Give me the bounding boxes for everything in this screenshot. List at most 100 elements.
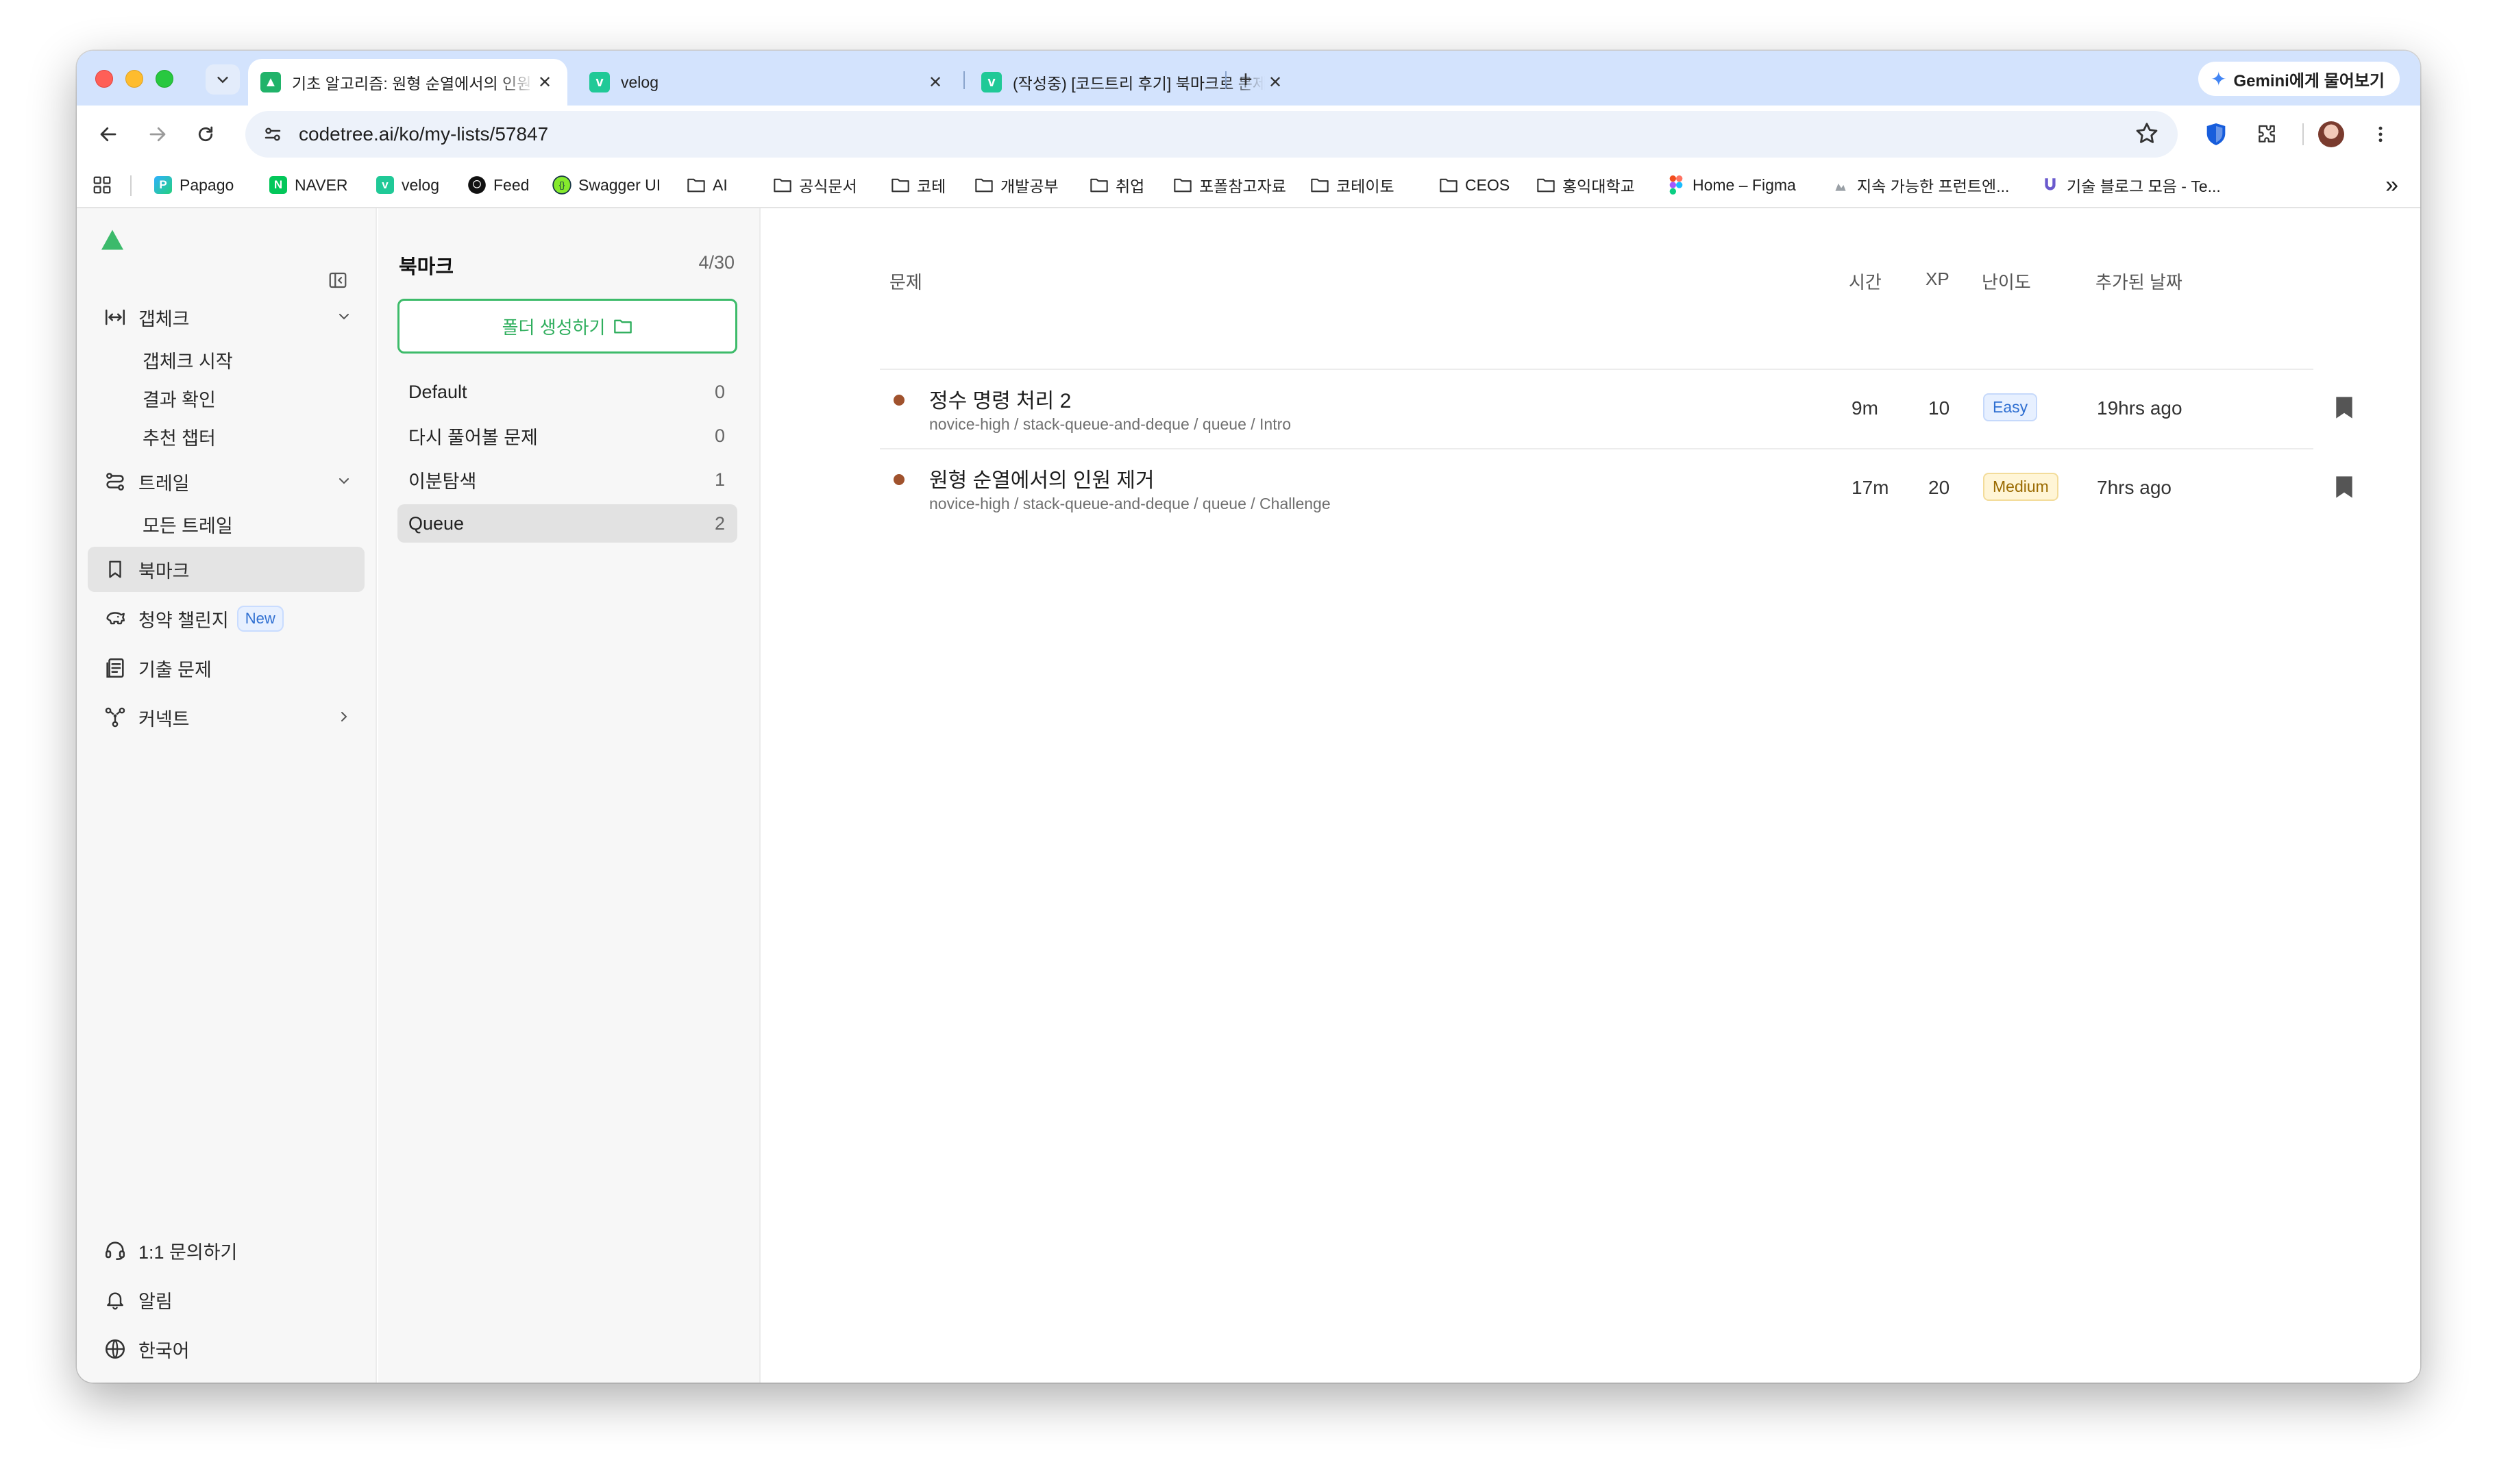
chevron-right-icon[interactable] <box>336 708 352 725</box>
folder-item-count: 2 <box>714 512 725 534</box>
codetree-logo[interactable] <box>100 229 125 251</box>
bookmark-swagger-ui[interactable]: {} Swagger UI <box>552 171 661 199</box>
sidebar-item-past-problems[interactable]: 기출 문제 <box>88 645 365 691</box>
sidebar-item-language[interactable]: 한국어 <box>88 1326 365 1372</box>
sidebar-item-label: 1:1 문의하기 <box>138 1241 238 1263</box>
tab-search-button[interactable] <box>206 64 240 95</box>
reload-button[interactable] <box>190 119 221 149</box>
bookmark-ceos[interactable]: CEOS <box>1439 171 1510 199</box>
bookmark-papago[interactable]: P Papago <box>153 171 234 199</box>
bookmark-코테[interactable]: 코테 <box>891 171 946 199</box>
figma-icon <box>1666 175 1686 195</box>
column-header-difficulty: 난이도 <box>1982 272 2031 293</box>
folder-item-count: 0 <box>714 425 725 446</box>
bookmark-label: velog <box>402 175 439 194</box>
bookmark-홍익대학교[interactable]: 홍익대학교 <box>1536 171 1635 199</box>
bookmark-개발공부[interactable]: 개발공부 <box>974 171 1059 199</box>
back-button[interactable] <box>93 119 123 149</box>
profile-button[interactable] <box>2316 119 2346 149</box>
bookmark-velog[interactable]: v velog <box>376 171 439 199</box>
bookmark-home-figma[interactable]: Home – Figma <box>1666 171 1796 199</box>
sidebar-subitem-all-trails[interactable]: 모든 트레일 <box>143 507 233 541</box>
bookmark-ai[interactable]: AI <box>687 171 728 199</box>
sidebar-item-bookmark[interactable]: 북마크 <box>88 547 365 592</box>
bookmark-filled-icon[interactable] <box>2335 396 2353 419</box>
chrome-menu-button[interactable] <box>2365 119 2396 149</box>
bookmark-공식문서[interactable]: 공식문서 <box>773 171 857 199</box>
column-header-problem: 문제 <box>889 272 922 293</box>
forward-button[interactable] <box>143 119 173 149</box>
folder-item-default[interactable]: Default 0 <box>397 373 737 411</box>
problem-title[interactable]: 원형 순열에서의 인원 제거 <box>929 463 1155 493</box>
panel-title: 북마크 <box>399 256 454 278</box>
problem-path: novice-high / stack-queue-and-deque / qu… <box>929 415 1292 433</box>
tab-codetree[interactable]: ▲ 기초 알고리즘: 원형 순열에서의 인원 제거 - 코드트리 ✕ <box>248 59 567 106</box>
chevron-down-icon[interactable] <box>336 473 352 489</box>
network-icon <box>103 705 127 730</box>
create-folder-button[interactable]: 폴더 생성하기 <box>397 299 737 354</box>
bookmark-star-icon[interactable] <box>2134 121 2160 150</box>
tab-title: (작성중) [코드트리 후기] 북마크로 문제 관리하기 <box>1013 75 1265 92</box>
sidebar-item-inquiry[interactable]: 1:1 문의하기 <box>88 1228 365 1273</box>
bookmark-feed[interactable]: Feed <box>467 171 529 199</box>
sidebar-subitem-gap-check-start[interactable]: 갭체크 시작 <box>143 343 233 377</box>
maximize-window-button[interactable] <box>156 70 173 88</box>
sidebar-item-trail[interactable]: 트레일 <box>88 459 365 504</box>
bookmark-icon <box>103 557 127 582</box>
url-text[interactable]: codetree.ai/ko/my-lists/57847 <box>299 123 548 145</box>
sidebar-item-challenge[interactable]: 청약 챌린지 New <box>88 596 365 641</box>
puzzle-icon <box>2259 125 2275 143</box>
sidebar-subitem-recommended[interactable]: 추천 챕터 <box>143 419 216 454</box>
grid-icon <box>93 176 111 194</box>
problem-title[interactable]: 정수 명령 처리 2 <box>929 384 1071 414</box>
tab-title: velog <box>621 73 659 91</box>
apps-button[interactable] <box>92 171 112 199</box>
tab-separator <box>1225 71 1227 89</box>
avatar <box>2318 121 2344 147</box>
sidebar-item-label: 청약 챌린지 <box>138 610 229 631</box>
close-tab-icon[interactable]: ✕ <box>925 73 946 92</box>
sidebar-item-label: 갭체크 <box>138 308 190 330</box>
sidebar-item-connect[interactable]: 커넥트 <box>88 695 365 740</box>
folder-item-binary-search[interactable]: 이분탐색 1 <box>397 460 737 499</box>
folder-item-retry[interactable]: 다시 풀어볼 문제 0 <box>397 417 737 455</box>
minimize-window-button[interactable] <box>125 70 143 88</box>
bookmark-취업[interactable]: 취업 <box>1090 171 1144 199</box>
site-settings-icon[interactable] <box>259 121 286 148</box>
create-folder-label: 폴더 생성하기 <box>502 317 606 338</box>
bookmark-코테이토[interactable]: 코테이토 <box>1310 171 1394 199</box>
gemini-sparkle-icon: ✦ <box>2211 68 2227 90</box>
sidebar-item-profile[interactable]: suhosinsu1 <box>88 1376 365 1383</box>
bitwarden-extension-button[interactable] <box>2201 119 2231 149</box>
sidebar-subitem-results[interactable]: 결과 확인 <box>143 381 216 415</box>
close-window-button[interactable] <box>95 70 113 88</box>
sidebar-collapse-icon[interactable] <box>328 270 348 290</box>
close-tab-icon[interactable]: ✕ <box>534 73 555 92</box>
new-badge: New <box>236 606 284 632</box>
gemini-button[interactable]: ✦ Gemini에게 물어보기 <box>2198 62 2400 96</box>
more-bookmarks-button[interactable]: » <box>2385 171 2398 199</box>
close-tab-icon[interactable]: ✕ <box>1265 73 1286 92</box>
bookmark-기술-블로그-모음-te[interactable]: 기술 블로그 모음 - Te... <box>2041 171 2221 199</box>
bookmark-folder-panel: 북마크 4/30 폴더 생성하기 Default 0 다시 풀어볼 문제 0 이… <box>378 208 761 1383</box>
address-bar[interactable]: codetree.ai/ko/my-lists/57847 <box>245 111 2178 158</box>
bookmark-naver[interactable]: N NAVER <box>269 171 348 199</box>
chevron-down-icon[interactable] <box>336 308 352 325</box>
bookmark-list: 문제 시간 XP 난이도 추가된 날짜 정수 명령 처리 2 novice-hi… <box>762 208 2420 1383</box>
tab-velog[interactable]: v velog ✕ <box>577 59 958 106</box>
bookmark-filled-icon[interactable] <box>2335 475 2353 499</box>
new-tab-button[interactable]: + <box>1239 66 1253 93</box>
bookmark-지속-가능한-프런트엔[interactable]: 지속 가능한 프런트엔... <box>1831 171 2009 199</box>
bookmarks-bar: P Papago N NAVER v velog Feed {} Swagger UI AI 공식문… <box>77 162 2420 208</box>
folder-icon <box>974 175 994 195</box>
sidebar-item-gap-check[interactable]: 갭체크 <box>88 295 365 340</box>
bookmark-포폴참고자료[interactable]: 포폴참고자료 <box>1173 171 1286 199</box>
bookmark-label: 개발공부 <box>1000 177 1059 195</box>
svg-text:{}: {} <box>559 180 565 190</box>
folder-icon <box>1536 175 1555 195</box>
problem-xp: 10 <box>1928 397 1950 419</box>
bookmark-label: 코테이토 <box>1336 177 1394 195</box>
extensions-button[interactable] <box>2252 119 2282 149</box>
sidebar-item-notifications[interactable]: 알림 <box>88 1277 365 1322</box>
folder-item-queue[interactable]: Queue 2 <box>397 504 737 543</box>
